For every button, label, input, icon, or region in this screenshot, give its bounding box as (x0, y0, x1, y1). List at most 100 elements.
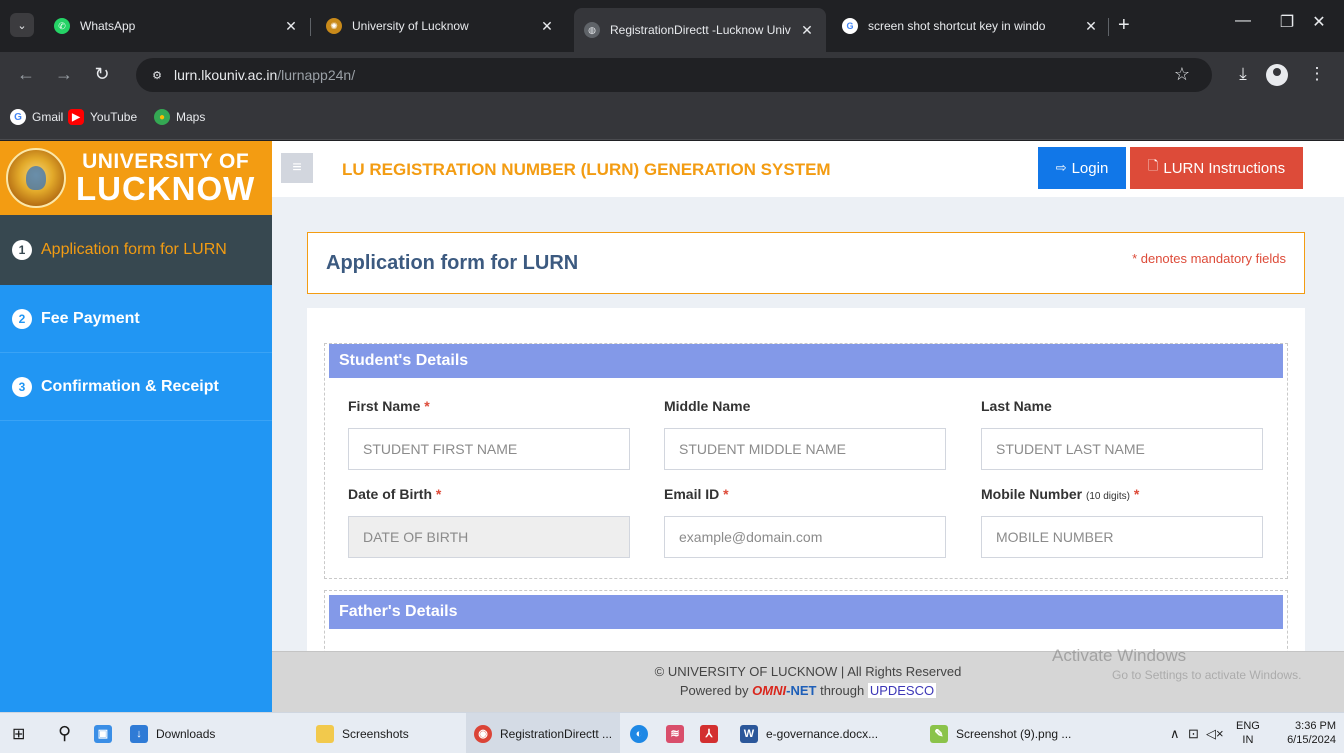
tab-title: RegistrationDirectt -Lucknow Univ (610, 23, 791, 37)
clock[interactable]: 3:36 PM 6/15/2024 (1274, 719, 1336, 747)
reload-icon[interactable]: ↻ (90, 64, 114, 85)
minimize-icon[interactable]: — (1228, 12, 1258, 30)
label-text: Email ID (664, 486, 720, 502)
through-text: through (820, 683, 865, 698)
browser-tab-registration[interactable]: ◍ RegistrationDirectt -Lucknow Univ ✕ (574, 8, 826, 52)
tab-search-chevron-icon[interactable]: ⌄ (10, 13, 34, 37)
sidebar-step-application-form[interactable]: 1 Application form for LURN (0, 215, 272, 285)
taskbar-label: RegistrationDirectt ... (500, 726, 613, 741)
bookmark-label: Maps (176, 110, 206, 124)
taskbar-word-document[interactable]: W e-governance.docx... (740, 713, 878, 753)
search-icon[interactable]: ⚲ (58, 713, 71, 753)
pdf-reader-icon[interactable]: ⅄ (700, 713, 726, 753)
windows-taskbar: ⊞ ⚲ ▣ ↓ Downloads Screenshots ◉ Registra… (0, 712, 1344, 753)
sign-in-icon: ⇨ (1055, 160, 1067, 175)
label-text: First Name (348, 398, 421, 414)
chrome-icon: ◉ (474, 724, 492, 743)
browser-toolbar: ← → ↻ ⚙ lurn.lkouniv.ac.in /lurnapp24n/ … (0, 52, 1344, 98)
browser-tab-university[interactable]: ✺ University of Lucknow ✕ (316, 8, 566, 44)
maps-pin-icon: ● (154, 109, 170, 125)
globe-icon: ◍ (584, 22, 600, 38)
document-icon: 🗋 (1147, 158, 1159, 173)
mobile-label: Mobile Number (10 digits) * (981, 486, 1263, 506)
mobile-number-input[interactable]: MOBILE NUMBER (981, 516, 1263, 558)
step-label: Application form for LURN (41, 241, 227, 258)
lurn-instructions-button[interactable]: 🗋 LURN Instructions (1130, 147, 1303, 189)
page-footer: Activate Windows Go to Settings to activ… (272, 646, 1344, 712)
tab-close-icon[interactable]: ✕ (798, 22, 816, 39)
university-seal-icon: ✺ (326, 18, 342, 34)
language-indicator[interactable]: ENG IN (1236, 719, 1260, 747)
file-explorer-icon[interactable]: ▣ (94, 713, 120, 753)
last-name-input[interactable]: STUDENT LAST NAME (981, 428, 1263, 470)
taskbar-paint-screenshot[interactable]: ✎ Screenshot (9).png ... (930, 713, 1071, 753)
new-tab-plus-icon[interactable]: + (1118, 14, 1130, 37)
email-field[interactable]: example@domain.com (664, 516, 946, 558)
step-label: Fee Payment (41, 309, 140, 327)
browser-tab-whatsapp[interactable]: ✆ WhatsApp ✕ (44, 8, 310, 44)
first-name-label: First Name * (348, 398, 630, 418)
bookmark-maps[interactable]: ● Maps (154, 109, 205, 125)
start-windows-icon[interactable]: ⊞ (12, 713, 25, 753)
steps-sidebar: 1 Application form for LURN 2 Fee Paymen… (0, 215, 272, 712)
download-icon[interactable]: ⤓ (1230, 64, 1256, 84)
required-asterisk: * (1133, 486, 1140, 502)
taskbar-label: Screenshot (9).png ... (956, 726, 1072, 741)
back-arrow-icon[interactable]: ← (14, 64, 38, 85)
sidebar-step-confirmation-receipt[interactable]: 3 Confirmation & Receipt (0, 353, 272, 421)
tab-close-icon[interactable]: ✕ (1082, 18, 1100, 35)
network-icon[interactable]: ⊡ (1188, 713, 1199, 753)
login-button[interactable]: ⇨ Login (1038, 147, 1126, 189)
site-info-tune-icon[interactable]: ⚙ (146, 64, 168, 86)
bookmark-gmail[interactable]: G Gmail (10, 109, 63, 125)
taskbar-label: Screenshots (342, 726, 409, 741)
edge-app-icon[interactable]: ◐ (630, 713, 656, 753)
instructions-label: LURN Instructions (1163, 159, 1286, 177)
email-group: Email ID * example@domain.com (664, 486, 946, 558)
step-number: 1 (12, 240, 32, 260)
url-path: /lurnapp24n/ (277, 67, 356, 83)
login-label: Login (1071, 159, 1109, 177)
taskbar-screenshots[interactable]: Screenshots (316, 713, 409, 753)
taskbar-downloads[interactable]: ↓ Downloads (130, 713, 215, 753)
required-asterisk: * (424, 398, 430, 414)
tray-overflow-chevron-icon[interactable]: ∧ (1170, 713, 1180, 753)
bookmark-youtube[interactable]: ▶ YouTube (68, 109, 137, 125)
powered-by-text: Powered by (679, 683, 749, 698)
bookmark-star-icon[interactable]: ☆ (1174, 64, 1190, 85)
volume-muted-icon[interactable]: ◁× (1206, 713, 1224, 753)
tab-close-icon[interactable]: ✕ (538, 18, 556, 35)
calculator-app-icon[interactable]: ≋ (666, 713, 692, 753)
more-menu-icon[interactable]: ⋮ (1304, 64, 1330, 84)
tab-title: screen shot shortcut key in windo (868, 19, 1046, 33)
word-icon: W (740, 724, 758, 743)
updesco-link[interactable]: UPDESCO (867, 683, 937, 698)
first-name-group: First Name * STUDENT FIRST NAME (348, 398, 630, 470)
url-host: lurn.lkouniv.ac.in (174, 67, 278, 83)
youtube-icon: ▶ (68, 109, 84, 125)
browser-tab-google-search[interactable]: G screen shot shortcut key in windo ✕ (832, 8, 1110, 44)
top-navbar: ≡ LU REGISTRATION NUMBER (LURN) GENERATI… (272, 141, 1344, 197)
address-bar[interactable]: ⚙ lurn.lkouniv.ac.in /lurnapp24n/ ☆ (136, 58, 1212, 92)
forward-arrow-icon[interactable]: → (52, 64, 76, 85)
sidebar-toggle-hamburger-icon[interactable]: ≡ (281, 153, 313, 183)
profile-avatar-icon[interactable] (1266, 64, 1288, 86)
last-name-label: Last Name (981, 398, 1052, 414)
paint-icon: ✎ (930, 724, 948, 743)
window-close-icon[interactable]: ✕ (1304, 12, 1334, 32)
students-details-section: Student's Details First Name * STUDENT F… (324, 343, 1288, 579)
page-title: Application form for LURN (326, 252, 579, 274)
date-of-birth-input[interactable]: DATE OF BIRTH (348, 516, 630, 558)
sidebar-step-fee-payment[interactable]: 2 Fee Payment (0, 285, 272, 353)
site-logo[interactable]: UNIVERSITY OF LUCKNOW (0, 141, 272, 215)
restore-icon[interactable]: ❐ (1272, 12, 1302, 32)
dob-group: Date of Birth * DATE OF BIRTH (348, 486, 630, 558)
web-page: UNIVERSITY OF LUCKNOW ≡ LU REGISTRATION … (0, 141, 1344, 712)
section-heading: Father's Details (329, 595, 1283, 629)
whatsapp-icon: ✆ (54, 18, 70, 34)
google-icon: G (842, 18, 858, 34)
taskbar-chrome-registration[interactable]: ◉ RegistrationDirectt ... (466, 713, 621, 753)
tab-close-icon[interactable]: ✕ (282, 18, 300, 35)
middle-name-input[interactable]: STUDENT MIDDLE NAME (664, 428, 946, 470)
first-name-input[interactable]: STUDENT FIRST NAME (348, 428, 630, 470)
